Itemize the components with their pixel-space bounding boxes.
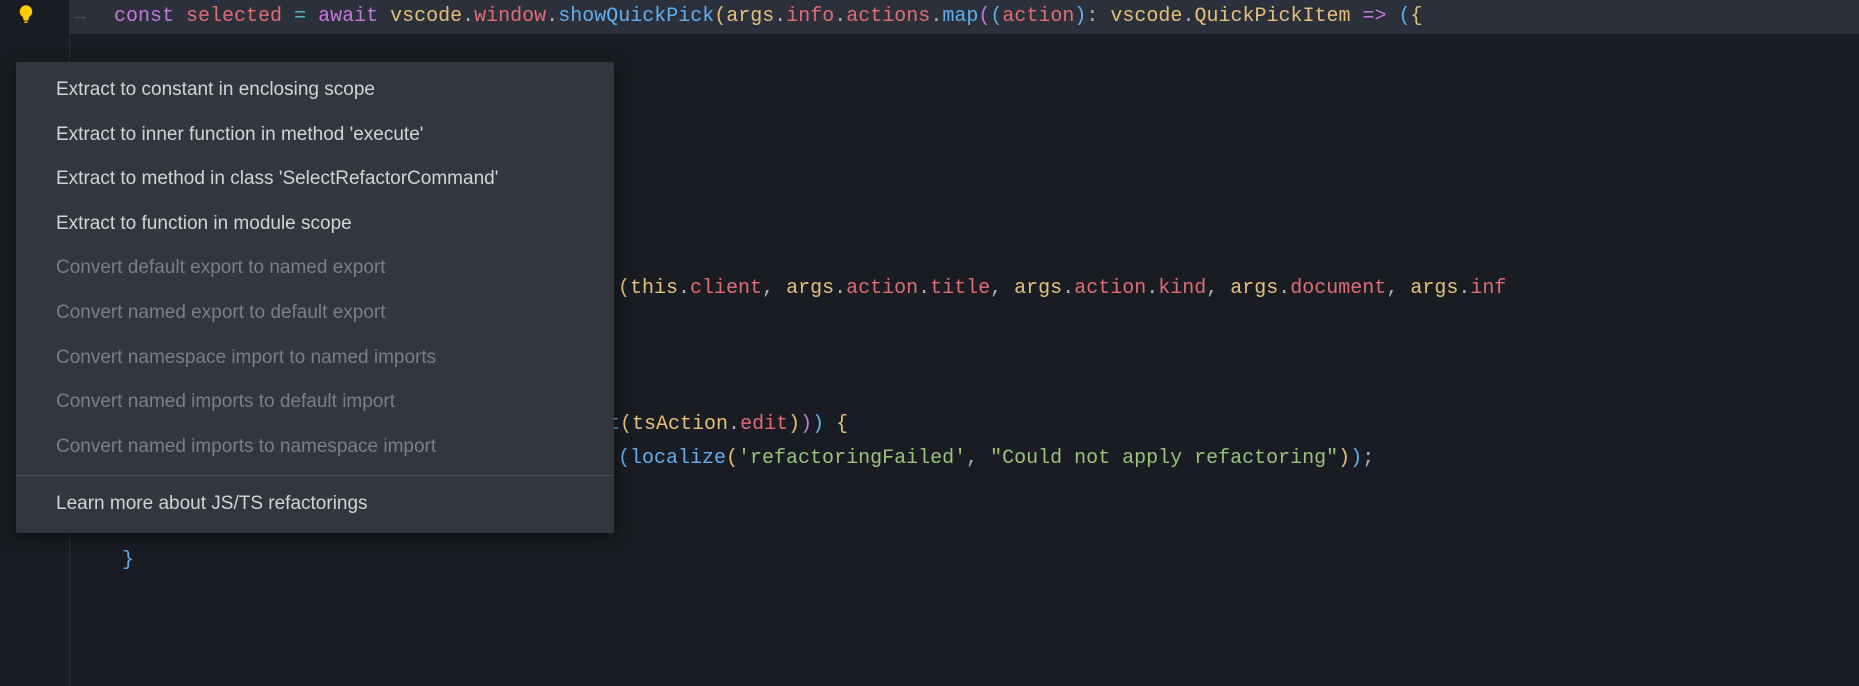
menu-item-convert-named-to-default[interactable]: Convert named export to default export [16,291,614,336]
lightbulb-icon[interactable] [16,4,36,30]
menu-item-extract-function-module[interactable]: Extract to function in module scope [16,202,614,247]
menu-item-convert-namespace-to-named[interactable]: Convert namespace import to named import… [16,336,614,381]
menu-item-convert-named-to-default-import[interactable]: Convert named imports to default import [16,380,614,425]
menu-separator [16,475,614,476]
menu-item-convert-named-to-namespace[interactable]: Convert named imports to namespace impor… [16,425,614,470]
code-line[interactable]: } [70,544,1859,578]
refactor-context-menu: Extract to constant in enclosing scope E… [16,62,614,533]
menu-item-extract-inner-function[interactable]: Extract to inner function in method 'exe… [16,113,614,158]
menu-item-learn-more[interactable]: Learn more about JS/TS refactorings [16,482,614,527]
code-line[interactable]: → const selected = await vscode.window.s… [70,0,1859,34]
menu-item-extract-method[interactable]: Extract to method in class 'SelectRefact… [16,157,614,202]
editor: → const selected = await vscode.window.s… [0,0,1859,686]
menu-item-extract-constant[interactable]: Extract to constant in enclosing scope [16,68,614,113]
menu-item-convert-default-to-named[interactable]: Convert default export to named export [16,246,614,291]
